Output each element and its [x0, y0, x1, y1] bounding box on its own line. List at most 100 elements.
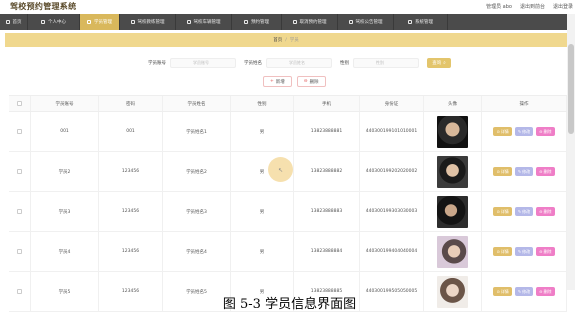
- cell-operations: ⊙ 详情 ✎ 修改 ⊖ 删除: [482, 112, 567, 151]
- header-password: 密码: [99, 96, 163, 111]
- cell-password: 001: [99, 112, 163, 151]
- cell-name: 学员姓名1: [163, 112, 231, 151]
- header-account: 学员账号: [31, 96, 99, 111]
- home-icon: [5, 20, 10, 24]
- cell-operations: ⊙ 详情 ✎ 修改 ⊖ 删除: [482, 152, 567, 191]
- breadcrumb: 首页 / 学员: [5, 33, 567, 47]
- cell-name: 学员姓名2: [163, 152, 231, 191]
- gender-search-input[interactable]: 性别: [353, 58, 419, 68]
- add-button[interactable]: + 新增: [263, 76, 292, 87]
- cell-phone: 13823888883: [294, 192, 360, 231]
- scrollbar-thumb[interactable]: [568, 44, 574, 134]
- name-search-input[interactable]: 学员姓名: [266, 58, 332, 68]
- edit-button-label: 修改: [522, 208, 531, 214]
- cell-account: 学员2: [31, 152, 99, 191]
- nav-item-5[interactable]: 预约管理: [232, 14, 282, 30]
- edit-button-label: 修改: [522, 168, 531, 174]
- delete-button-label: 删除: [543, 128, 552, 134]
- edit-icon: ✎: [517, 209, 522, 214]
- nav-item-3[interactable]: 驾校教练管理: [120, 14, 176, 30]
- cell-gender: 男: [231, 192, 294, 231]
- detail-button[interactable]: ⊙ 详情: [493, 207, 512, 216]
- nav-item-label: 驾校教练管理: [137, 20, 165, 25]
- cursor-pointer-icon: ↖: [278, 167, 284, 174]
- cell-password: 123456: [99, 192, 163, 231]
- cell-avatar: [424, 152, 482, 191]
- edit-button[interactable]: ✎ 修改: [514, 247, 534, 256]
- delete-icon: ⊖: [539, 209, 543, 214]
- header-user-area: 管理员 abo 退出到前台 退出登录: [486, 3, 573, 10]
- delete-button[interactable]: ⊖ 删除: [536, 207, 555, 216]
- breadcrumb-home[interactable]: 首页: [273, 37, 282, 43]
- row-checkbox[interactable]: [17, 169, 22, 174]
- car-icon: [186, 20, 191, 24]
- calendar-icon: [244, 20, 248, 24]
- account-search-input[interactable]: 学员账号: [170, 58, 236, 68]
- batch-delete-button[interactable]: ⊖ 删除: [296, 76, 326, 87]
- back-front-link[interactable]: 退出到前台: [520, 3, 545, 10]
- nav-item-label: 驾校公告管理: [355, 20, 383, 25]
- app-header: 驾校预约管理系统 管理员 abo 退出到前台 退出登录: [0, 0, 579, 14]
- nav-item-label: 学员管理: [94, 20, 112, 25]
- nav-item-4[interactable]: 驾校车辆管理: [176, 14, 232, 30]
- delete-button-label: 删除: [543, 248, 552, 254]
- detail-button-label: 详情: [500, 208, 509, 214]
- vertical-scrollbar[interactable]: [567, 14, 575, 290]
- settings-icon: [408, 20, 412, 24]
- select-all-checkbox[interactable]: [17, 101, 22, 106]
- detail-button[interactable]: ⊙ 详情: [493, 247, 512, 256]
- nav-item-label: 取消预约管理: [299, 20, 327, 25]
- edit-button[interactable]: ✎ 修改: [514, 167, 534, 176]
- cell-idcard: 440300199404040004: [360, 232, 424, 271]
- cell-idcard: 440300199101010001: [360, 112, 424, 151]
- cell-phone: 13823888881: [294, 112, 360, 151]
- main-nav: 首页 个人中心 学员管理 驾校教练管理 驾校车辆管理 预约管理 取消预约管理 驾校公告管理 系统…: [0, 14, 567, 30]
- notice-icon: [348, 20, 353, 24]
- table-row: 001 001 学员姓名1 男 13823888881 44030019910101000…: [9, 112, 567, 152]
- edit-button[interactable]: ✎ 修改: [514, 127, 534, 136]
- header-operations: 操作: [482, 96, 567, 111]
- edit-icon: ✎: [517, 169, 522, 174]
- detail-icon: ⊙: [496, 129, 500, 134]
- gender-search-label: 性别: [340, 61, 349, 66]
- cell-account: 学员3: [31, 192, 99, 231]
- logout-link[interactable]: 退出登录: [553, 3, 573, 10]
- delete-button[interactable]: ⊖ 删除: [536, 167, 555, 176]
- nav-item-2[interactable]: 学员管理: [80, 14, 120, 30]
- add-button-label: 新增: [275, 79, 285, 85]
- nav-item-7[interactable]: 驾校公告管理: [338, 14, 394, 30]
- detail-button[interactable]: ⊙ 详情: [493, 167, 512, 176]
- cell-avatar: [424, 112, 482, 151]
- cell-operations: ⊙ 详情 ✎ 修改 ⊖ 删除: [482, 192, 567, 231]
- table-row: 学员3 123456 学员姓名3 男 13823888883 44030019930303…: [9, 192, 567, 232]
- breadcrumb-current: 学员: [289, 38, 299, 43]
- table-actions: + 新增 ⊖ 删除: [263, 76, 326, 87]
- breadcrumb-separator: /: [285, 37, 287, 43]
- edit-button[interactable]: ✎ 修改: [514, 207, 534, 216]
- header-gender: 性别: [231, 96, 294, 111]
- cell-password: 123456: [99, 232, 163, 271]
- delete-button[interactable]: ⊖ 删除: [536, 127, 555, 136]
- student-icon: [87, 20, 91, 24]
- cell-password: 123456: [99, 152, 163, 191]
- nav-item-8[interactable]: 系统管理: [394, 14, 448, 30]
- row-checkbox[interactable]: [17, 209, 22, 214]
- detail-button[interactable]: ⊙ 详情: [493, 127, 512, 136]
- row-checkbox[interactable]: [17, 249, 22, 254]
- row-select-cell: [9, 192, 31, 231]
- nav-item-6[interactable]: 取消预约管理: [282, 14, 338, 30]
- detail-icon: ⊙: [496, 249, 500, 254]
- header-avatar: 头像: [424, 96, 482, 111]
- delete-button[interactable]: ⊖ 删除: [536, 247, 555, 256]
- edit-icon: ✎: [517, 129, 522, 134]
- row-checkbox[interactable]: [17, 129, 22, 134]
- delete-icon: ⊖: [539, 129, 543, 134]
- batch-delete-label: 删除: [309, 79, 319, 85]
- admin-user-label: 管理员 abo: [486, 4, 512, 10]
- nav-item-1[interactable]: 个人中心: [28, 14, 80, 30]
- trash-icon: ⊖: [303, 79, 308, 84]
- search-button[interactable]: 查询 ⌕: [427, 58, 451, 68]
- cell-phone: 13823888882: [294, 152, 360, 191]
- delete-icon: ⊖: [539, 169, 543, 174]
- nav-item-0[interactable]: 首页: [0, 14, 28, 30]
